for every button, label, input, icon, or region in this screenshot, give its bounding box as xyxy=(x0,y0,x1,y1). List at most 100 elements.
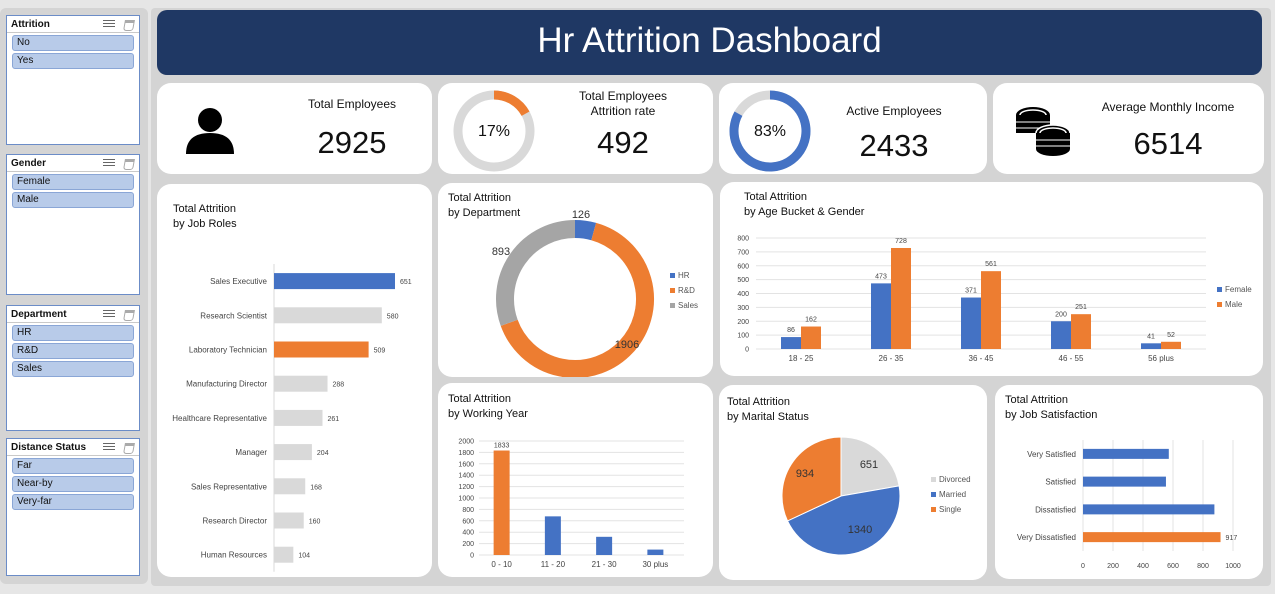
data-label-sales-executive: 651 xyxy=(400,279,412,286)
y-tick-label: 200 xyxy=(737,319,749,326)
data-label-female-26-35: 473 xyxy=(875,273,887,280)
legend-label: Divorced xyxy=(939,475,971,484)
kpi-attrition-label-line2: Attrition rate xyxy=(590,104,656,118)
slicer-toolbar xyxy=(103,158,135,168)
kpi-active-employees-card: 83% Active Employees 2433 xyxy=(719,83,987,174)
data-label-healthcare-representative: 261 xyxy=(328,416,340,423)
data-label-male-46-55: 251 xyxy=(1075,304,1087,311)
bar-male-36-45 xyxy=(981,271,1001,349)
slicer-item-very-far[interactable]: Very-far xyxy=(12,494,134,510)
x-tick-label: 1000 xyxy=(1225,563,1241,570)
bar-male-56-plus xyxy=(1161,341,1181,349)
slicer-item-sales[interactable]: Sales xyxy=(12,361,134,377)
y-tick-label: 400 xyxy=(462,530,474,537)
legend-label: Single xyxy=(939,505,962,514)
x-tick-label-30-plus: 30 plus xyxy=(642,560,668,569)
slicer-header: Distance Status xyxy=(7,439,139,456)
attrition-slicer: Attrition No Yes xyxy=(6,15,140,145)
bar-very-dissatisfied xyxy=(1083,532,1221,543)
legend-item-female: Female xyxy=(1217,282,1252,297)
category-label-human-resources: Human Resources xyxy=(201,551,267,560)
bar-female-36-45 xyxy=(961,297,981,349)
person-icon xyxy=(186,108,234,154)
kpi-attrition-card: 17% Total Employees Attrition rate 492 xyxy=(438,83,713,174)
clear-filter-icon[interactable] xyxy=(123,442,135,452)
category-label-laboratory-technician: Laboratory Technician xyxy=(189,346,267,355)
legend-label: Married xyxy=(939,490,967,499)
department-slicer: Department HR R&D Sales xyxy=(6,305,140,431)
category-label-satisfied: Satisfied xyxy=(1045,478,1076,487)
multi-select-icon[interactable] xyxy=(103,309,115,319)
y-tick-label: 200 xyxy=(462,541,474,548)
category-label-research-director: Research Director xyxy=(203,517,268,526)
x-tick-label-11-20: 11 - 20 xyxy=(541,560,566,569)
slicer-toolbar xyxy=(103,442,135,452)
slicer-item-no[interactable]: No xyxy=(12,35,134,51)
category-label-manager: Manager xyxy=(235,448,267,457)
slicer-item-yes[interactable]: Yes xyxy=(12,53,134,69)
legend-label: Sales xyxy=(678,301,699,310)
x-tick-label-0-10: 0 - 10 xyxy=(491,560,512,569)
slicer-title: Distance Status xyxy=(11,441,87,453)
x-tick-label-18-25: 18 - 25 xyxy=(789,354,814,363)
legend-swatch xyxy=(931,507,936,513)
data-label-r-d: 1906 xyxy=(615,339,639,351)
data-label-sales-representative: 168 xyxy=(310,484,322,491)
slicer-item-male[interactable]: Male xyxy=(12,192,134,208)
category-label-healthcare-representative: Healthcare Representative xyxy=(172,414,267,423)
job-roles-bar-chart: Sales Executive 651 Research Scientist 580 L… xyxy=(172,264,412,572)
data-label-hr: 126 xyxy=(572,209,590,221)
slicer-header: Department xyxy=(7,306,139,323)
slicer-item-hr[interactable]: HR xyxy=(12,325,134,341)
slicer-item-near-by[interactable]: Near-by xyxy=(12,476,134,492)
bar-male-18-25 xyxy=(801,326,821,349)
data-label-divorced: 651 xyxy=(860,459,878,471)
bar-healthcare-representative xyxy=(274,409,323,426)
y-tick-label: 0 xyxy=(470,553,474,560)
attrition-rate-label: 17% xyxy=(477,123,511,140)
kpi-active-employees-label: Active Employees xyxy=(846,104,942,118)
clear-filter-icon[interactable] xyxy=(123,19,135,29)
age-gender-bar-chart: 0 100 200 300 400 500 600 700 800 86 162 18 - 25 473… xyxy=(737,236,1206,363)
clear-filter-icon[interactable] xyxy=(123,309,135,319)
category-label-very-dissatisfied: Very Dissatisfied xyxy=(1017,533,1076,542)
satisfaction-bar-chart: 0 200 400 600 800 1000 Very Satisfied Satisfied… xyxy=(1017,440,1241,570)
bar-research-director xyxy=(274,512,304,529)
category-label-sales-representative: Sales Representative xyxy=(191,482,268,491)
data-label-female-36-45: 371 xyxy=(965,288,977,295)
multi-select-icon[interactable] xyxy=(103,19,115,29)
slicer-title: Gender xyxy=(11,157,47,169)
legend-item-sales: Sales xyxy=(670,298,698,313)
age-gender-chart-card: Total Attrition by Age Bucket & Gender 0… xyxy=(720,182,1263,376)
y-tick-label: 300 xyxy=(737,305,749,312)
data-label-female-56-plus: 41 xyxy=(1147,333,1155,340)
bar-female-56-plus xyxy=(1141,343,1161,349)
data-label-manager: 204 xyxy=(317,450,329,457)
bar-female-46-55 xyxy=(1051,321,1071,349)
y-tick-label: 0 xyxy=(745,347,749,354)
kpi-avg-income-value: 6514 xyxy=(1133,126,1203,161)
data-label-male-18-25: 162 xyxy=(805,317,817,324)
y-tick-label: 2000 xyxy=(458,439,474,446)
data-label-married: 1340 xyxy=(848,524,872,536)
data-label-female-18-25: 86 xyxy=(787,327,795,334)
bar-dissatisfied xyxy=(1083,504,1215,515)
multi-select-icon[interactable] xyxy=(103,442,115,452)
slicer-item-far[interactable]: Far xyxy=(12,458,134,474)
legend-item-married: Married xyxy=(931,487,971,502)
legend-swatch xyxy=(670,273,675,279)
slicer-item-r-d[interactable]: R&D xyxy=(12,343,134,359)
x-tick-label-56-plus: 56 plus xyxy=(1148,354,1174,363)
legend-item-r-d: R&D xyxy=(670,283,698,298)
bar-female-18-25 xyxy=(781,337,801,349)
data-label-0-10: 1833 xyxy=(494,443,510,450)
multi-select-icon[interactable] xyxy=(103,158,115,168)
bar-male-26-35 xyxy=(891,247,911,349)
clear-filter-icon[interactable] xyxy=(123,158,135,168)
legend-swatch xyxy=(931,492,936,498)
data-label-male-36-45: 561 xyxy=(985,261,997,268)
x-tick-label: 400 xyxy=(1137,563,1149,570)
data-label-manufacturing-director: 288 xyxy=(333,382,345,389)
legend-swatch xyxy=(931,477,936,483)
slicer-item-female[interactable]: Female xyxy=(12,174,134,190)
